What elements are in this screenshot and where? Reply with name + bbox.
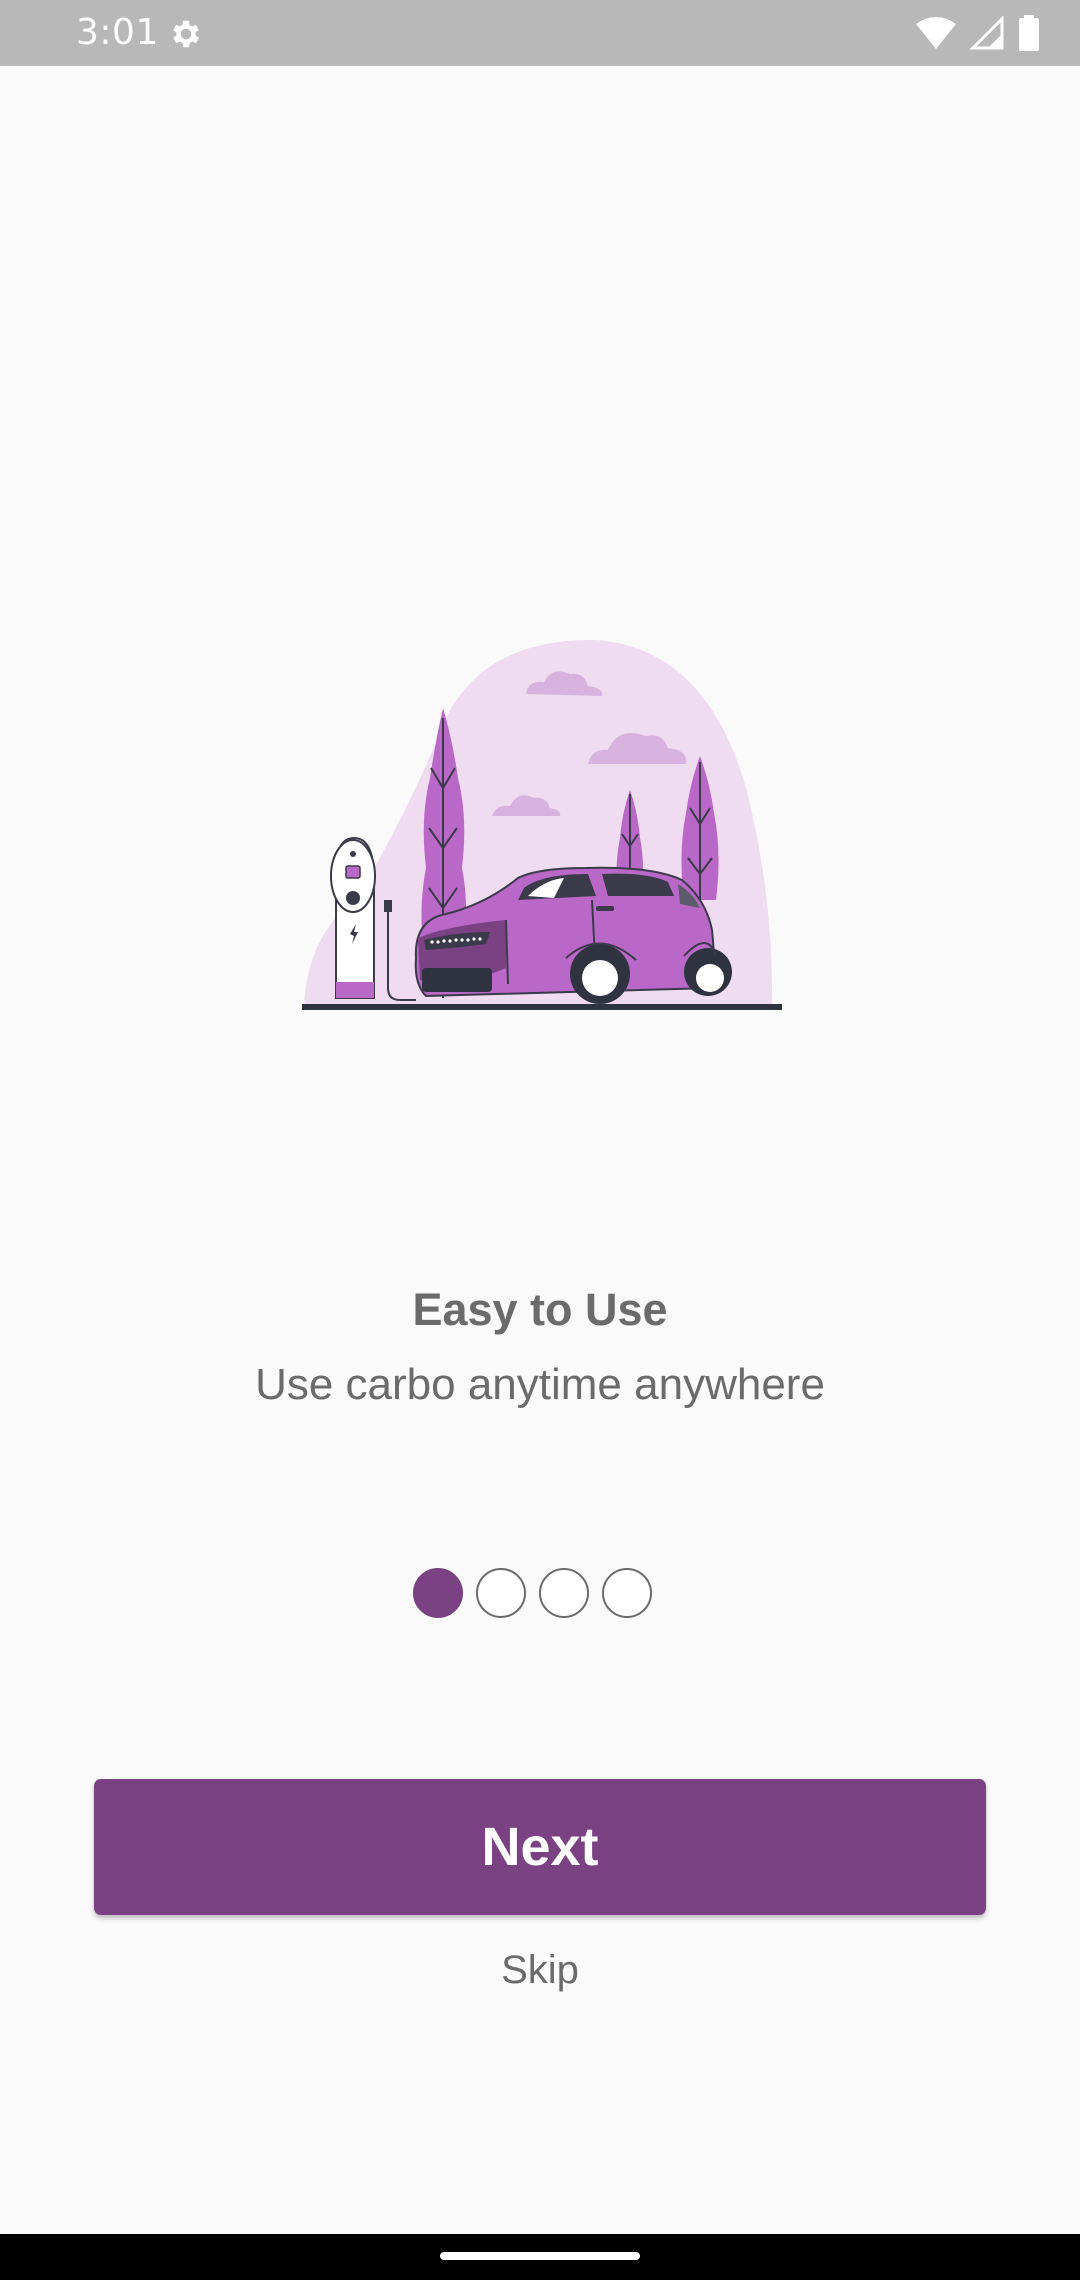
wifi-icon	[916, 17, 956, 49]
page-dot-4[interactable]	[602, 1568, 652, 1618]
onboarding-title: Easy to Use	[412, 1284, 668, 1335]
next-button[interactable]: Next	[94, 1779, 986, 1915]
status-bar: 3:01	[0, 0, 1080, 66]
skip-button[interactable]: Skip	[0, 1948, 1080, 1993]
navigation-bar	[0, 2234, 1080, 2280]
page-dot-1[interactable]	[413, 1568, 463, 1618]
signal-icon	[970, 16, 1004, 50]
home-handle[interactable]	[440, 2252, 640, 2260]
onboarding-subtitle: Use carbo anytime anywhere	[255, 1360, 825, 1409]
page-dot-3[interactable]	[539, 1568, 589, 1618]
status-time: 3:01	[76, 12, 159, 53]
status-icons	[916, 14, 1040, 52]
page-indicator	[413, 1568, 652, 1618]
electric-car-charging-illustration	[302, 639, 782, 1010]
page-dot-2[interactable]	[476, 1568, 526, 1618]
gear-icon	[173, 20, 200, 48]
battery-icon	[1019, 15, 1039, 51]
ground-line	[302, 1004, 782, 1010]
